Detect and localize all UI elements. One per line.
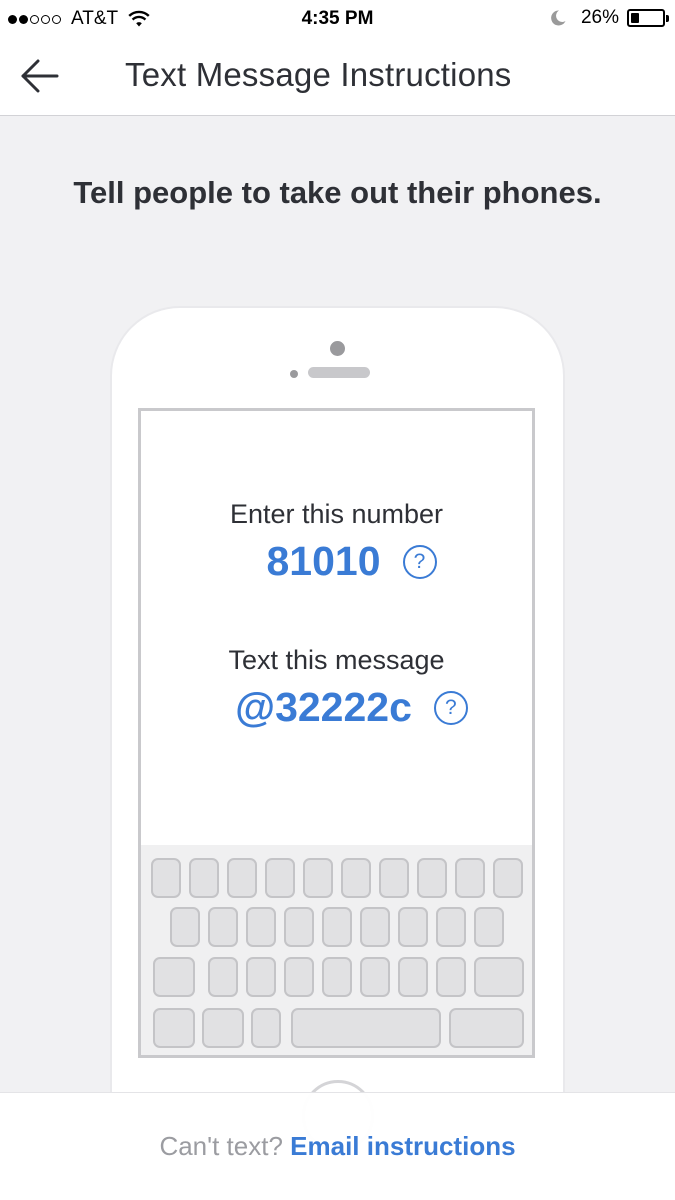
keyboard-key <box>379 858 409 898</box>
number-row: 81010 ? <box>141 538 532 585</box>
phone-sensor <box>290 370 298 378</box>
keyboard-key <box>436 957 466 997</box>
nav-bar: Text Message Instructions <box>0 36 675 116</box>
keyboard-globe-key <box>202 1008 244 1048</box>
number-label: Enter this number <box>229 499 444 529</box>
footer-text: Can't text? Email instructions <box>0 1131 675 1162</box>
arrow-left-icon <box>21 59 59 93</box>
phone-camera <box>330 341 345 356</box>
status-bar: AT&T 4:35 PM 26% <box>0 0 675 36</box>
keyboard-key <box>284 957 314 997</box>
short-code-number: 81010 <box>266 538 381 584</box>
status-right: 26% <box>549 7 669 29</box>
keyboard-key <box>227 858 257 898</box>
message-help-icon[interactable]: ? <box>433 690 468 725</box>
keyboard-shift-key <box>153 957 195 997</box>
keyboard-key <box>322 907 352 947</box>
battery-percent: 26% <box>580 7 619 28</box>
keyboard-key <box>322 957 352 997</box>
back-button[interactable] <box>20 54 70 98</box>
keyboard-delete-key <box>474 957 524 997</box>
keyboard-key <box>265 858 295 898</box>
keyboard-key <box>398 907 428 947</box>
keyboard-key <box>436 907 466 947</box>
keyboard-key <box>246 957 276 997</box>
keyboard-space-key <box>291 1008 441 1048</box>
keyboard-key <box>360 957 390 997</box>
keyboard-key <box>360 907 390 947</box>
instruction-heading: Tell people to take out their phones. <box>73 175 602 210</box>
keyboard-key <box>398 957 428 997</box>
keyboard-key <box>151 858 181 898</box>
cant-text-label: Can't text? <box>159 1131 283 1161</box>
keyboard-key <box>341 858 371 898</box>
keyboard-key <box>208 957 238 997</box>
keyboard-key <box>189 858 219 898</box>
keyboard-key <box>474 907 504 947</box>
keyboard-illustration <box>141 845 532 1055</box>
battery-icon <box>627 9 669 27</box>
keyboard-key <box>170 907 200 947</box>
page-title: Text Message Instructions <box>125 56 512 93</box>
number-help-icon[interactable]: ? <box>402 544 437 579</box>
keyboard-key <box>208 907 238 947</box>
battery-fill <box>631 13 639 23</box>
keyboard-key <box>417 858 447 898</box>
email-instructions-link[interactable]: Email instructions <box>290 1131 515 1161</box>
keyboard-key <box>303 858 333 898</box>
keyboard-mic-key <box>251 1008 281 1048</box>
phone-speaker <box>308 367 370 378</box>
keyboard-key <box>284 907 314 947</box>
do-not-disturb-moon-icon <box>551 10 566 26</box>
keyboard-return-key <box>449 1008 524 1048</box>
keyboard-key <box>455 858 485 898</box>
text-message-code: @32222c <box>235 684 412 730</box>
keyboard-key <box>493 858 523 898</box>
message-label: Text this message <box>228 645 445 675</box>
footer-bar: Can't text? Email instructions <box>0 1092 675 1200</box>
message-row: @32222c ? <box>141 684 532 731</box>
phone-screen: Enter this number 81010 ? Text this mess… <box>138 408 535 1058</box>
keyboard-key <box>246 907 276 947</box>
keyboard-numbers-key <box>153 1008 195 1048</box>
